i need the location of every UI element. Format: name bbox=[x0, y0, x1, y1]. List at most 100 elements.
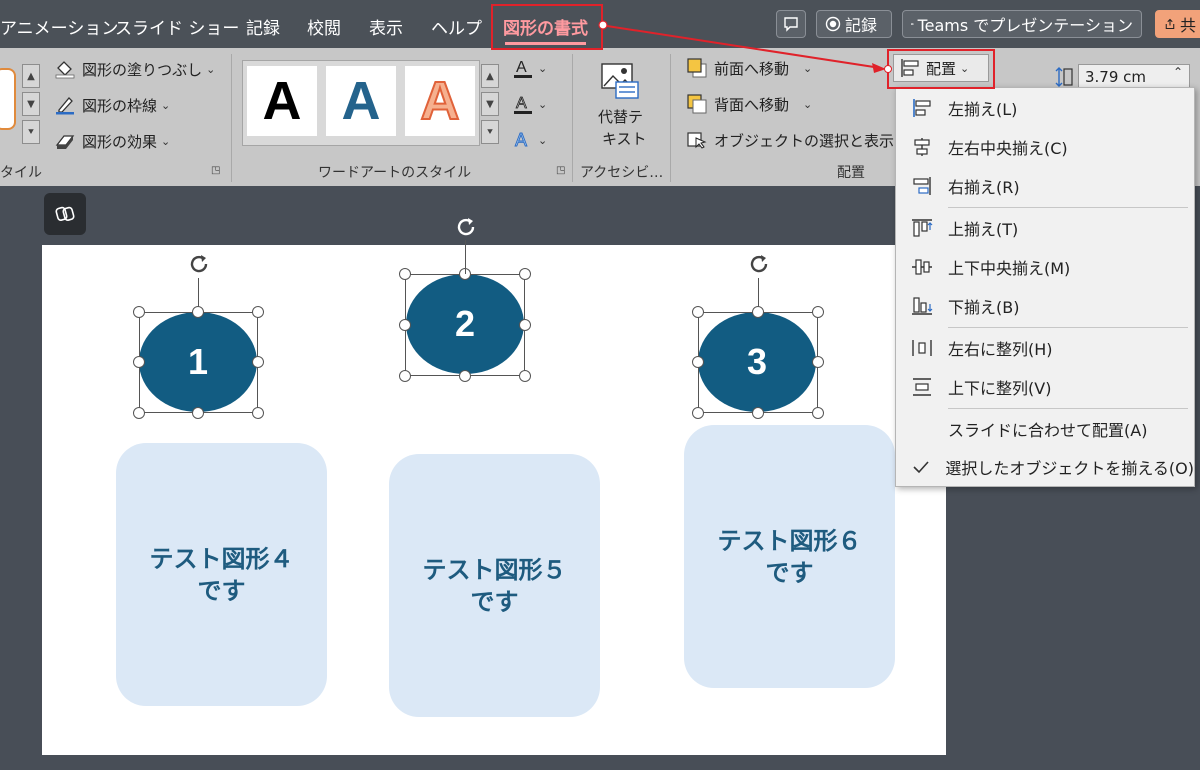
menu-item-align-top[interactable]: 上揃え(T) bbox=[896, 209, 1194, 247]
resize-handle[interactable] bbox=[519, 319, 531, 331]
teams-present-button[interactable]: Teams でプレゼンテーション bbox=[902, 10, 1142, 38]
resize-handle[interactable] bbox=[133, 306, 145, 318]
wordart-style-orange[interactable]: A bbox=[405, 66, 475, 136]
record-button[interactable]: 記録 bbox=[816, 10, 892, 38]
menu-item-distribute-horizontal[interactable]: 左右に整列(H) bbox=[896, 329, 1194, 367]
comments-button[interactable] bbox=[776, 10, 806, 38]
resize-handle[interactable] bbox=[692, 356, 704, 368]
resize-handle[interactable] bbox=[752, 306, 764, 318]
resize-handle[interactable] bbox=[133, 356, 145, 368]
menu-separator bbox=[948, 207, 1188, 208]
chevron-down-icon: ⌄ bbox=[206, 62, 216, 76]
gallery-scroll-down[interactable]: ▼ bbox=[22, 92, 40, 116]
dialog-launcher-icon[interactable]: ◳ bbox=[211, 165, 220, 176]
shape-outline-button[interactable]: 図形の枠線 ⌄ bbox=[54, 94, 170, 116]
svg-text:A: A bbox=[516, 95, 527, 112]
menu-separator bbox=[948, 408, 1188, 409]
gallery-scroll-up[interactable]: ▲ bbox=[22, 64, 40, 88]
text-effects-button[interactable]: A ⌄ bbox=[512, 128, 548, 152]
tab-animations[interactable]: アニメーション bbox=[0, 14, 118, 39]
resize-handle[interactable] bbox=[519, 370, 531, 382]
selection-pane-button[interactable]: オブジェクトの選択と表示 bbox=[686, 129, 894, 151]
wordart-style-black[interactable]: A bbox=[247, 66, 317, 136]
menu-item-align-bottom[interactable]: 下揃え(B) bbox=[896, 287, 1194, 325]
align-center-icon bbox=[914, 138, 930, 156]
shape-style-preview[interactable] bbox=[0, 68, 16, 130]
wordart-more[interactable]: ⯆ bbox=[481, 120, 499, 144]
tab-view[interactable]: 表示 bbox=[369, 14, 403, 39]
shape-height-value: 3.79 cm bbox=[1085, 68, 1147, 86]
highlight-shape-format-tab bbox=[491, 4, 603, 50]
menu-item-label: 下揃え(B) bbox=[948, 298, 1020, 317]
copilot-icon bbox=[55, 206, 75, 221]
tab-help[interactable]: ヘルプ bbox=[431, 14, 482, 39]
alt-text-label-line2: キスト bbox=[602, 130, 647, 148]
resize-handle[interactable] bbox=[399, 268, 411, 280]
share-button[interactable]: 共 bbox=[1155, 10, 1200, 38]
accessibility-group-label: アクセシビ… bbox=[580, 165, 664, 181]
group-separator bbox=[572, 54, 573, 182]
bring-forward-icon bbox=[687, 58, 707, 78]
menu-item-align-center[interactable]: 左右中央揃え(C) bbox=[896, 128, 1194, 166]
rotate-handle-icon[interactable] bbox=[451, 212, 481, 242]
alt-text-icon bbox=[601, 63, 639, 99]
resize-handle[interactable] bbox=[812, 356, 824, 368]
resize-handle[interactable] bbox=[812, 306, 824, 318]
resize-handle[interactable] bbox=[252, 306, 264, 318]
text-fill-icon: A bbox=[514, 59, 532, 78]
wordart-style-blue[interactable]: A bbox=[326, 66, 396, 136]
resize-handle[interactable] bbox=[252, 356, 264, 368]
rotate-handle-icon[interactable] bbox=[184, 249, 214, 279]
dialog-launcher-icon[interactable]: ◳ bbox=[556, 165, 565, 176]
record-button-label: 記録 bbox=[845, 16, 878, 35]
menu-item-align-to-slide[interactable]: スライドに合わせて配置(A) bbox=[896, 410, 1194, 448]
resize-handle[interactable] bbox=[133, 407, 145, 419]
chevron-down-icon: ⌄ bbox=[161, 98, 171, 112]
resize-handle[interactable] bbox=[399, 370, 411, 382]
tab-review[interactable]: 校閲 bbox=[307, 14, 341, 39]
copilot-button[interactable] bbox=[44, 193, 86, 235]
text-shape-5[interactable]: テスト図形５ です bbox=[389, 454, 600, 717]
resize-handle[interactable] bbox=[399, 319, 411, 331]
record-icon bbox=[825, 16, 841, 32]
menu-item-align-right[interactable]: 右揃え(R) bbox=[896, 167, 1194, 205]
resize-handle[interactable] bbox=[192, 407, 204, 419]
wordart-scroll-up[interactable]: ▲ bbox=[481, 64, 499, 88]
menu-item-label: 右揃え(R) bbox=[948, 178, 1020, 197]
shape-effects-button[interactable]: 図形の効果 ⌄ bbox=[54, 130, 170, 152]
text-outline-button[interactable]: A ⌄ bbox=[512, 92, 547, 116]
resize-handle[interactable] bbox=[812, 407, 824, 419]
wordart-scroll-down[interactable]: ▼ bbox=[481, 92, 499, 116]
menu-item-align-left[interactable]: 左揃え(L) bbox=[896, 89, 1194, 127]
tab-slideshow[interactable]: スライド ショー bbox=[115, 14, 239, 39]
shape-outline-label: 図形の枠線 bbox=[82, 96, 158, 115]
send-backward-button[interactable]: 背面へ移動 ⌄ bbox=[686, 93, 812, 115]
alt-text-button[interactable]: 代替テ キスト bbox=[582, 58, 660, 153]
rotate-handle-icon[interactable] bbox=[744, 249, 774, 279]
tab-record[interactable]: 記録 bbox=[246, 14, 280, 39]
bring-forward-button[interactable]: 前面へ移動 ⌄ bbox=[686, 57, 812, 79]
resize-handle[interactable] bbox=[692, 407, 704, 419]
resize-handle[interactable] bbox=[752, 407, 764, 419]
teams-icon bbox=[911, 23, 914, 25]
text-fill-button[interactable]: A ⌄ bbox=[512, 56, 547, 80]
menu-item-align-selected-objects[interactable]: 選択したオブジェクトを揃える(O) bbox=[896, 448, 1194, 486]
text-shape-6[interactable]: テスト図形６ です bbox=[684, 425, 895, 688]
spinner-up-icon[interactable]: ⌃ bbox=[1173, 65, 1183, 79]
resize-handle[interactable] bbox=[192, 306, 204, 318]
text-shape-4[interactable]: テスト図形４ です bbox=[116, 443, 327, 706]
slide-canvas[interactable]: テスト図形４ です テスト図形５ です テスト図形６ です 1 2 3 bbox=[42, 245, 946, 755]
resize-handle[interactable] bbox=[252, 407, 264, 419]
shape-effects-label: 図形の効果 bbox=[82, 132, 158, 151]
menu-item-label: 左揃え(L) bbox=[948, 100, 1018, 119]
menu-item-align-middle[interactable]: 上下中央揃え(M) bbox=[896, 248, 1194, 286]
align-top-icon bbox=[912, 219, 933, 237]
resize-handle[interactable] bbox=[692, 306, 704, 318]
resize-handle[interactable] bbox=[459, 370, 471, 382]
resize-handle[interactable] bbox=[519, 268, 531, 280]
menu-item-distribute-vertical[interactable]: 上下に整列(V) bbox=[896, 368, 1194, 406]
text-outline-icon: A bbox=[514, 95, 532, 114]
text-shape-5-line1: テスト図形５ bbox=[422, 555, 567, 584]
gallery-more[interactable]: ⯆ bbox=[22, 120, 40, 144]
shape-fill-button[interactable]: 図形の塗りつぶし ⌄ bbox=[54, 58, 215, 80]
